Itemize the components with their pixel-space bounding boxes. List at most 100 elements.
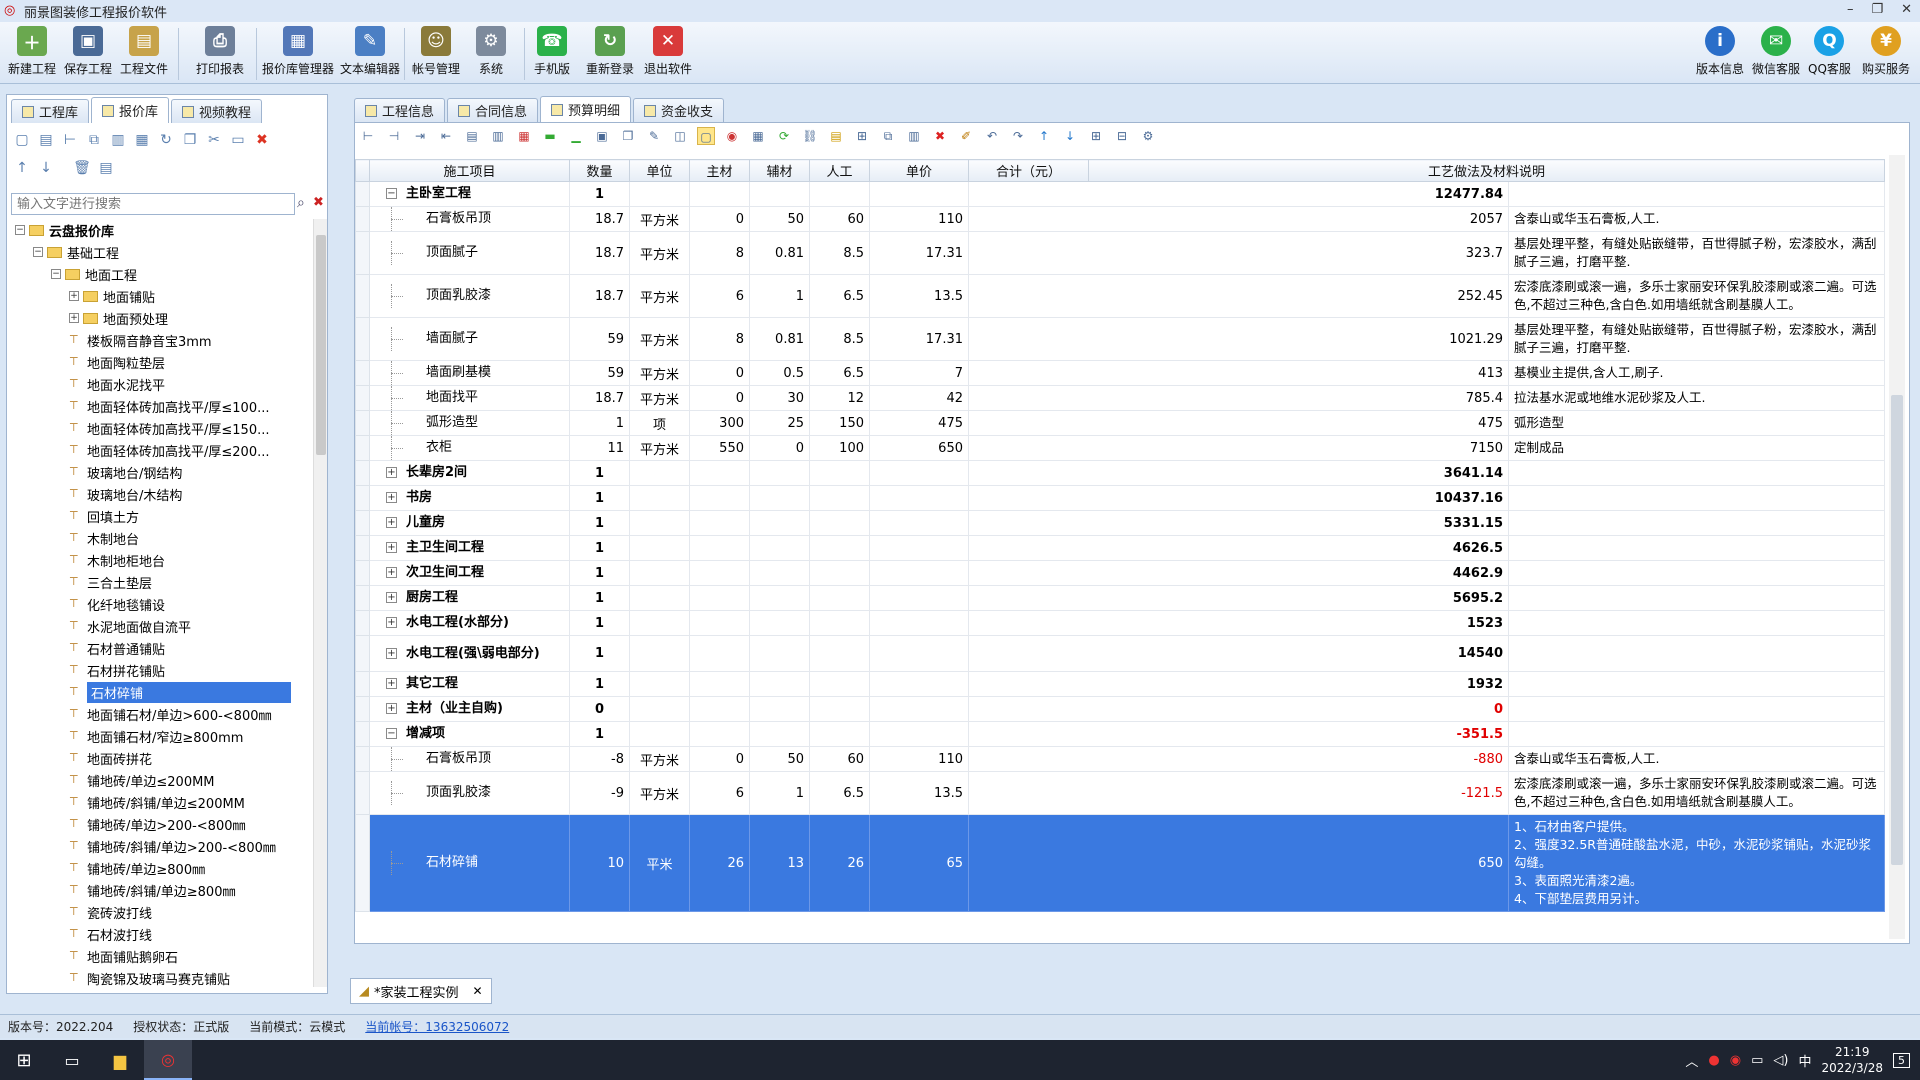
cell-price[interactable]: 13.5 bbox=[869, 771, 969, 815]
cell-labor[interactable] bbox=[809, 610, 870, 636]
cell-unit[interactable]: 平方米 bbox=[629, 206, 690, 232]
cell-price[interactable]: 650 bbox=[869, 435, 969, 461]
column-header-col-name[interactable]: 施工项目 bbox=[369, 159, 570, 182]
cell-main[interactable] bbox=[689, 181, 750, 207]
cell-price[interactable]: 13.5 bbox=[869, 274, 969, 318]
collapse-icon[interactable]: − bbox=[386, 188, 397, 199]
move-up-icon[interactable]: ↑ bbox=[13, 159, 31, 177]
delete-row-icon[interactable]: ✖ bbox=[931, 127, 949, 145]
cell-total[interactable]: 323.7 bbox=[968, 231, 1509, 275]
cell-name[interactable]: 弧形造型 bbox=[369, 410, 570, 436]
cell-unit[interactable]: 平方米 bbox=[629, 360, 690, 386]
cell-desc[interactable] bbox=[1508, 510, 1885, 536]
cell-total[interactable]: 3641.14 bbox=[968, 460, 1509, 486]
refresh-icon[interactable]: ↻ bbox=[157, 131, 175, 149]
tray-chevron-icon[interactable]: ︿ bbox=[1685, 1051, 1698, 1070]
cell-aux[interactable] bbox=[749, 721, 810, 747]
cell-desc[interactable]: 拉法基水泥或地维水泥砂浆及人工. bbox=[1508, 385, 1885, 411]
cell-unit[interactable] bbox=[629, 721, 690, 747]
cell-desc[interactable] bbox=[1508, 535, 1885, 561]
cell-qty[interactable]: -9 bbox=[569, 771, 630, 815]
row-indicator[interactable] bbox=[355, 721, 370, 747]
cell-aux[interactable]: 0.5 bbox=[749, 360, 810, 386]
cell-total[interactable]: 5331.15 bbox=[968, 510, 1509, 536]
cell-desc[interactable] bbox=[1508, 610, 1885, 636]
cell-qty[interactable]: 1 bbox=[569, 585, 630, 611]
cell-total[interactable]: -880 bbox=[968, 746, 1509, 772]
toolbar-button-9[interactable]: ↻ 重新登录 bbox=[586, 26, 634, 82]
cell-unit[interactable]: 平方米 bbox=[629, 746, 690, 772]
cell-labor[interactable]: 26 bbox=[809, 814, 870, 912]
cell-price[interactable] bbox=[869, 181, 969, 207]
tree-item[interactable]: ⊤ 楼板隔音静音宝3mm bbox=[11, 329, 311, 351]
cell-name[interactable]: 石材碎铺 bbox=[369, 814, 570, 912]
cell-main[interactable]: 0 bbox=[689, 206, 750, 232]
group-row[interactable]: + 长辈房2间 1 3641.14 bbox=[355, 460, 1885, 486]
tree-item[interactable]: ⊤ 地面轻体砖加高找平/厚≤150... bbox=[11, 417, 311, 439]
row-indicator[interactable] bbox=[355, 771, 370, 815]
tree-item[interactable]: ⊤ 回填土方 bbox=[11, 505, 311, 527]
cell-name[interactable]: 地面找平 bbox=[369, 385, 570, 411]
account-link[interactable]: 当前帐号：13632506072 bbox=[365, 1018, 509, 1035]
brush-icon[interactable]: ✐ bbox=[957, 127, 975, 145]
cell-labor[interactable]: 150 bbox=[809, 410, 870, 436]
expand-icon[interactable]: + bbox=[386, 567, 397, 578]
cell-labor[interactable] bbox=[809, 460, 870, 486]
item-row[interactable]: 顶面乳胶漆 18.7 平方米 6 1 6.5 13.5 252.45 宏漆底漆刷或滚一遍，多乐士… bbox=[355, 274, 1885, 318]
cell-main[interactable]: 550 bbox=[689, 435, 750, 461]
paste-icon[interactable]: ▦ bbox=[133, 131, 151, 149]
tree-item[interactable]: ⊤ 石材普通铺贴 bbox=[11, 637, 311, 659]
row-indicator[interactable] bbox=[355, 560, 370, 586]
cell-qty[interactable]: 18.7 bbox=[569, 231, 630, 275]
cell-qty[interactable]: 1 bbox=[569, 535, 630, 561]
cell-name[interactable]: 顶面乳胶漆 bbox=[369, 274, 570, 318]
cell-price[interactable]: 110 bbox=[869, 206, 969, 232]
cell-price[interactable] bbox=[869, 460, 969, 486]
toolbar-button-3[interactable]: ⎙ 打印报表 bbox=[196, 26, 244, 82]
cell-name[interactable]: + 次卫生间工程 bbox=[369, 560, 570, 586]
cell-total[interactable]: 7150 bbox=[968, 435, 1509, 461]
tree-item[interactable]: ⊤ 石材波打线 bbox=[11, 923, 311, 945]
expand-icon[interactable]: + bbox=[386, 703, 397, 714]
toolbar-button-5[interactable]: ✎ 文本编辑器 bbox=[340, 26, 400, 82]
item-row[interactable]: 墙面腻子 59 平方米 8 0.81 8.5 17.31 1021.29 基层处理平整，有缝处贴… bbox=[355, 317, 1885, 361]
collapse-all-icon[interactable]: ⊟ bbox=[1113, 127, 1131, 145]
cell-qty[interactable]: 59 bbox=[569, 360, 630, 386]
cell-main[interactable]: 8 bbox=[689, 231, 750, 275]
main-tab-3[interactable]: 资金收支 bbox=[633, 98, 725, 122]
cell-name[interactable]: 顶面乳胶漆 bbox=[369, 771, 570, 815]
item-row[interactable]: 顶面乳胶漆 -9 平方米 6 1 6.5 13.5 -121.5 宏漆底漆刷或滚一遍，多乐士家丽… bbox=[355, 771, 1885, 815]
cell-total[interactable]: 14540 bbox=[968, 635, 1509, 672]
cell-price[interactable] bbox=[869, 510, 969, 536]
cell-qty[interactable]: 1 bbox=[569, 671, 630, 697]
cell-price[interactable] bbox=[869, 485, 969, 511]
file-explorer-icon[interactable]: ▆ bbox=[96, 1040, 144, 1080]
cell-labor[interactable]: 8.5 bbox=[809, 317, 870, 361]
cell-total[interactable]: 1523 bbox=[968, 610, 1509, 636]
cut-icon[interactable]: ✂ bbox=[205, 131, 223, 149]
main-tab-1[interactable]: 合同信息 bbox=[447, 98, 539, 122]
cell-price[interactable] bbox=[869, 535, 969, 561]
row-indicator[interactable] bbox=[355, 435, 370, 461]
cell-qty[interactable]: 18.7 bbox=[569, 206, 630, 232]
group-row[interactable]: − 主卧室工程 1 12477.84 bbox=[355, 181, 1885, 207]
toolbar-button-6[interactable]: ☺ 帐号管理 bbox=[412, 26, 460, 82]
row-indicator[interactable] bbox=[355, 485, 370, 511]
cell-aux[interactable]: 50 bbox=[749, 206, 810, 232]
cell-labor[interactable]: 8.5 bbox=[809, 231, 870, 275]
tree-item[interactable]: ⊤ 铺地砖/斜铺/单边≥800㎜ bbox=[11, 879, 311, 901]
cell-name[interactable]: + 水电工程(水部分) bbox=[369, 610, 570, 636]
collapse-icon[interactable]: − bbox=[386, 728, 397, 739]
toolbar-button-4[interactable]: ▦ 报价库管理器 bbox=[262, 26, 334, 82]
expand-toggle-icon[interactable]: + bbox=[69, 291, 79, 301]
row-indicator[interactable] bbox=[355, 696, 370, 722]
cell-labor[interactable] bbox=[809, 721, 870, 747]
cell-total[interactable]: 5695.2 bbox=[968, 585, 1509, 611]
cell-unit[interactable] bbox=[629, 535, 690, 561]
outdent-icon[interactable]: ⇤ bbox=[437, 127, 455, 145]
edit-icon[interactable]: ✎ bbox=[645, 127, 663, 145]
cell-unit[interactable] bbox=[629, 460, 690, 486]
cell-main[interactable]: 0 bbox=[689, 385, 750, 411]
cell-aux[interactable]: 1 bbox=[749, 274, 810, 318]
indent-icon[interactable]: ⇥ bbox=[411, 127, 429, 145]
